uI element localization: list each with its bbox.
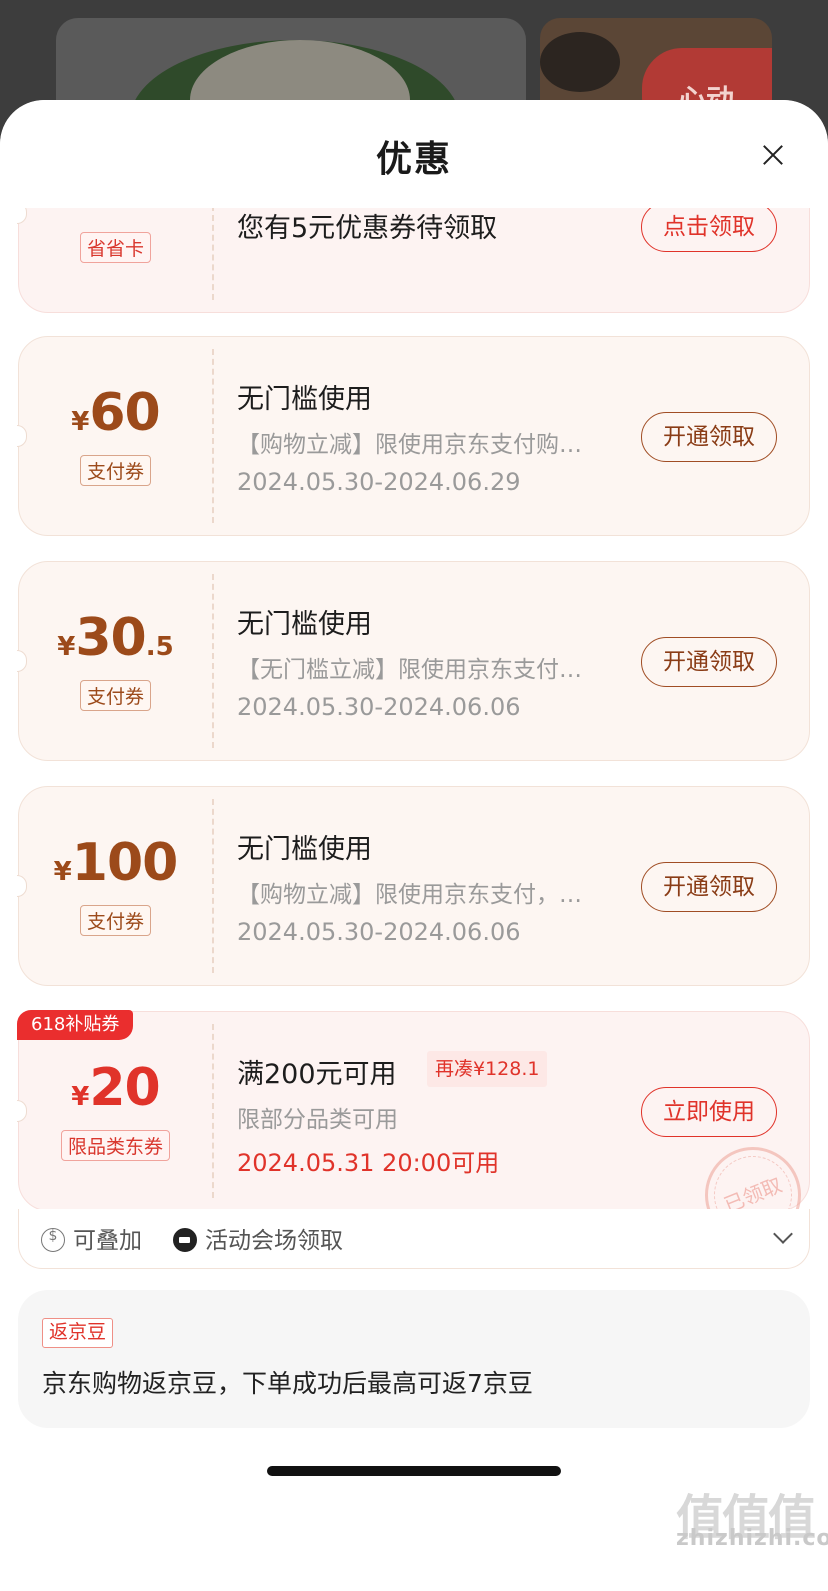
coupon-amount: ¥20 — [71, 1058, 160, 1118]
coupon-list[interactable]: ¥5 省省卡 您有5元优惠券待领取 点击领取 ¥60 支付券 无门槛使用 【购物… — [0, 208, 828, 1591]
coupon-description: 限部分品类可用 — [237, 1107, 398, 1133]
coupon-footer[interactable]: 可叠加 活动会场领取 — [18, 1209, 810, 1269]
coupon-validity: 2024.05.30-2024.06.06 — [237, 693, 521, 721]
beans-description: 京东购物返京豆，下单成功后最高可返7京豆 — [42, 1369, 533, 1398]
coupon-description: 【购物立减】限使用京东支付购… — [237, 432, 582, 458]
chevron-down-icon[interactable] — [773, 1224, 793, 1244]
coupon-card: ¥30.5 支付券 无门槛使用 【无门槛立减】限使用京东支付… 2024.05.… — [17, 561, 810, 761]
home-indicator[interactable] — [267, 1466, 561, 1476]
coupon-card: ¥5 省省卡 您有5元优惠券待领取 点击领取 — [17, 208, 810, 313]
coupon-card-618: 已领取 618补贴券 ¥20 限品类东券 满200元可用 再凑¥128.1 限部… — [17, 1010, 816, 1258]
coupon-type-tag: 省省卡 — [79, 232, 151, 263]
coupon-description: 【购物立减】限使用京东支付，… — [237, 882, 582, 908]
coupon-title: 满200元可用 — [237, 1059, 397, 1090]
ticket-icon — [173, 1228, 197, 1252]
coupon-description: 【无门槛立减】限使用京东支付… — [237, 657, 582, 683]
stackable-label: 可叠加 — [41, 1221, 142, 1255]
coupon-validity: 2024.05.30-2024.06.06 — [237, 918, 521, 946]
discount-sheet: 优惠 ¥5 省省卡 您有5元优惠券待领取 点击领取 ¥60 支付券 无门槛使用 … — [0, 100, 828, 1591]
source-label: 活动会场领取 — [173, 1221, 343, 1255]
coupon-title: 无门槛使用 — [237, 609, 372, 640]
coupon-title: 您有5元优惠券待领取 — [237, 213, 498, 244]
activate-claim-button[interactable]: 开通领取 — [641, 862, 777, 912]
sheet-header: 优惠 — [0, 100, 828, 208]
coupon-title: 无门槛使用 — [237, 834, 372, 865]
coupon-amount: ¥30.5 — [57, 608, 174, 668]
activate-claim-button[interactable]: 开通领取 — [641, 412, 777, 462]
coupon-title: 无门槛使用 — [237, 384, 372, 415]
coupon-card: ¥100 支付券 无门槛使用 【购物立减】限使用京东支付，… 2024.05.3… — [17, 786, 810, 986]
watermark-domain: zhizhizhi.com — [676, 1526, 828, 1551]
coupon-type-tag: 支付券 — [79, 680, 151, 711]
coupon-validity: 2024.05.30-2024.06.29 — [237, 468, 521, 496]
activate-claim-button[interactable]: 开通领取 — [641, 637, 777, 687]
claim-button[interactable]: 点击领取 — [641, 208, 777, 252]
subsidy-badge: 618补贴券 — [17, 1010, 134, 1040]
background-bowl-image — [540, 32, 620, 92]
coupon-amount: ¥100 — [53, 833, 179, 893]
stack-icon — [41, 1228, 65, 1252]
add-more-tag: 再凑¥128.1 — [427, 1051, 548, 1087]
beans-tag: 返京豆 — [42, 1318, 114, 1348]
coupon-amount: ¥5 — [19, 208, 212, 220]
coupon-type-tag: 支付券 — [79, 455, 151, 486]
coupon-type-tag: 限品类东券 — [60, 1130, 170, 1161]
use-now-button[interactable]: 立即使用 — [641, 1087, 777, 1137]
jd-beans-card: 返京豆 京东购物返京豆，下单成功后最高可返7京豆 — [18, 1290, 810, 1428]
coupon-available-time: 2024.05.31 20:00可用 — [237, 1149, 500, 1177]
sheet-title: 优惠 — [375, 139, 452, 180]
coupon-type-tag: 支付券 — [79, 905, 151, 936]
close-icon[interactable] — [756, 138, 790, 172]
coupon-card: ¥60 支付券 无门槛使用 【购物立减】限使用京东支付购… 2024.05.30… — [17, 336, 810, 536]
coupon-amount: ¥60 — [71, 383, 160, 443]
